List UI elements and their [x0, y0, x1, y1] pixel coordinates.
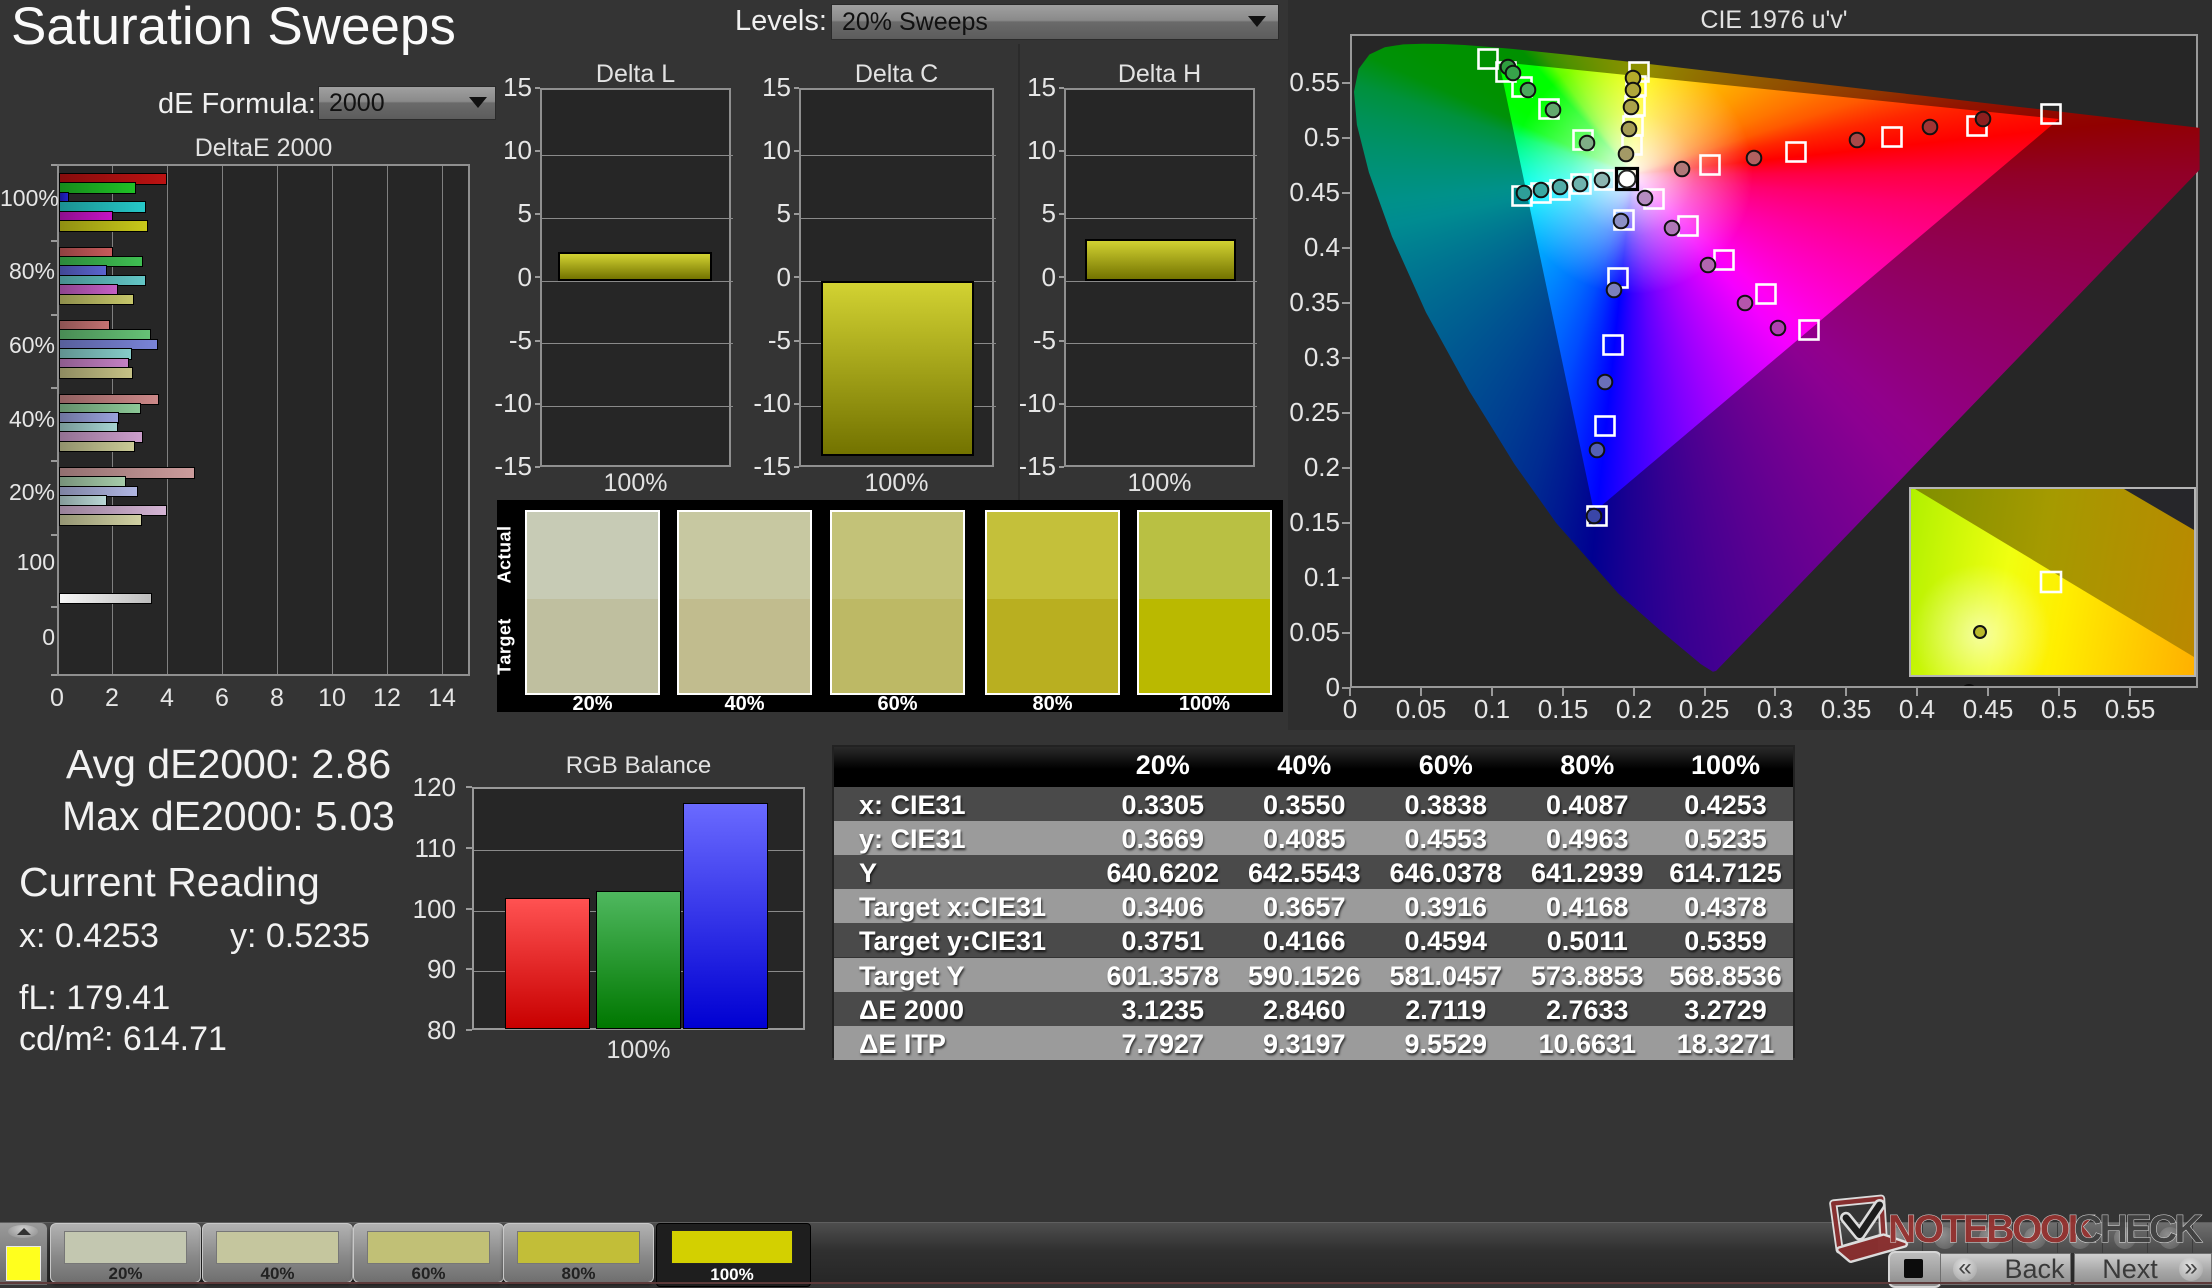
svg-text:NOTEBOOK: NOTEBOOK [1888, 1208, 2096, 1251]
svg-text:CHECK: CHECK [2074, 1208, 2203, 1251]
